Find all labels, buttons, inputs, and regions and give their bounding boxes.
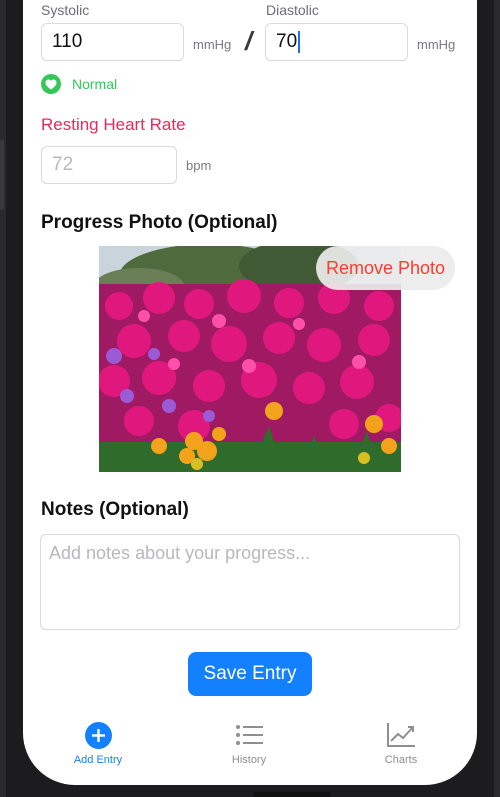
phone-bezel-right: [494, 0, 500, 797]
heart-rate-placeholder: 72: [52, 154, 74, 175]
app-screen: Systolic 110 mmHg / Diastolic 70 mmHg No…: [23, 0, 477, 785]
home-indicator: [253, 792, 331, 797]
heart-icon: [41, 74, 61, 94]
tab-add-entry-label: Add Entry: [73, 754, 123, 766]
plus-circle-icon: [38, 720, 158, 750]
chart-line-icon: [341, 720, 461, 750]
diastolic-value: 70: [276, 31, 298, 52]
systolic-label: Systolic: [41, 2, 90, 18]
diastolic-input[interactable]: 70: [265, 23, 408, 61]
heart-rate-title: Resting Heart Rate: [41, 115, 186, 134]
systolic-value: 110: [52, 31, 83, 52]
side-button: [0, 140, 4, 210]
phone-bezel-left: [0, 0, 6, 797]
systolic-input[interactable]: 110: [41, 23, 184, 61]
heart-rate-unit: bpm: [186, 158, 212, 173]
notes-input[interactable]: Add notes about your progress...: [40, 534, 460, 630]
diastolic-unit: mmHg: [417, 37, 456, 52]
progress-photo-title: Progress Photo (Optional): [41, 212, 278, 233]
list-icon: [189, 720, 309, 750]
notes-title: Notes (Optional): [41, 499, 189, 520]
save-entry-button[interactable]: Save Entry: [188, 652, 312, 696]
tab-history[interactable]: History: [189, 720, 309, 766]
remove-photo-button[interactable]: Remove Photo: [316, 246, 456, 290]
notes-placeholder: Add notes about your progress...: [49, 543, 311, 563]
heart-rate-input[interactable]: 72: [41, 146, 177, 184]
text-cursor: [298, 31, 301, 53]
tab-history-label: History: [231, 754, 267, 766]
tab-charts-label: Charts: [384, 754, 418, 766]
bp-status-label: Normal: [72, 76, 118, 92]
systolic-unit: mmHg: [193, 37, 232, 52]
tab-charts[interactable]: Charts: [341, 720, 461, 766]
diastolic-label: Diastolic: [266, 2, 319, 18]
bp-separator: /: [245, 26, 253, 56]
tab-add-entry[interactable]: Add Entry: [38, 720, 158, 766]
